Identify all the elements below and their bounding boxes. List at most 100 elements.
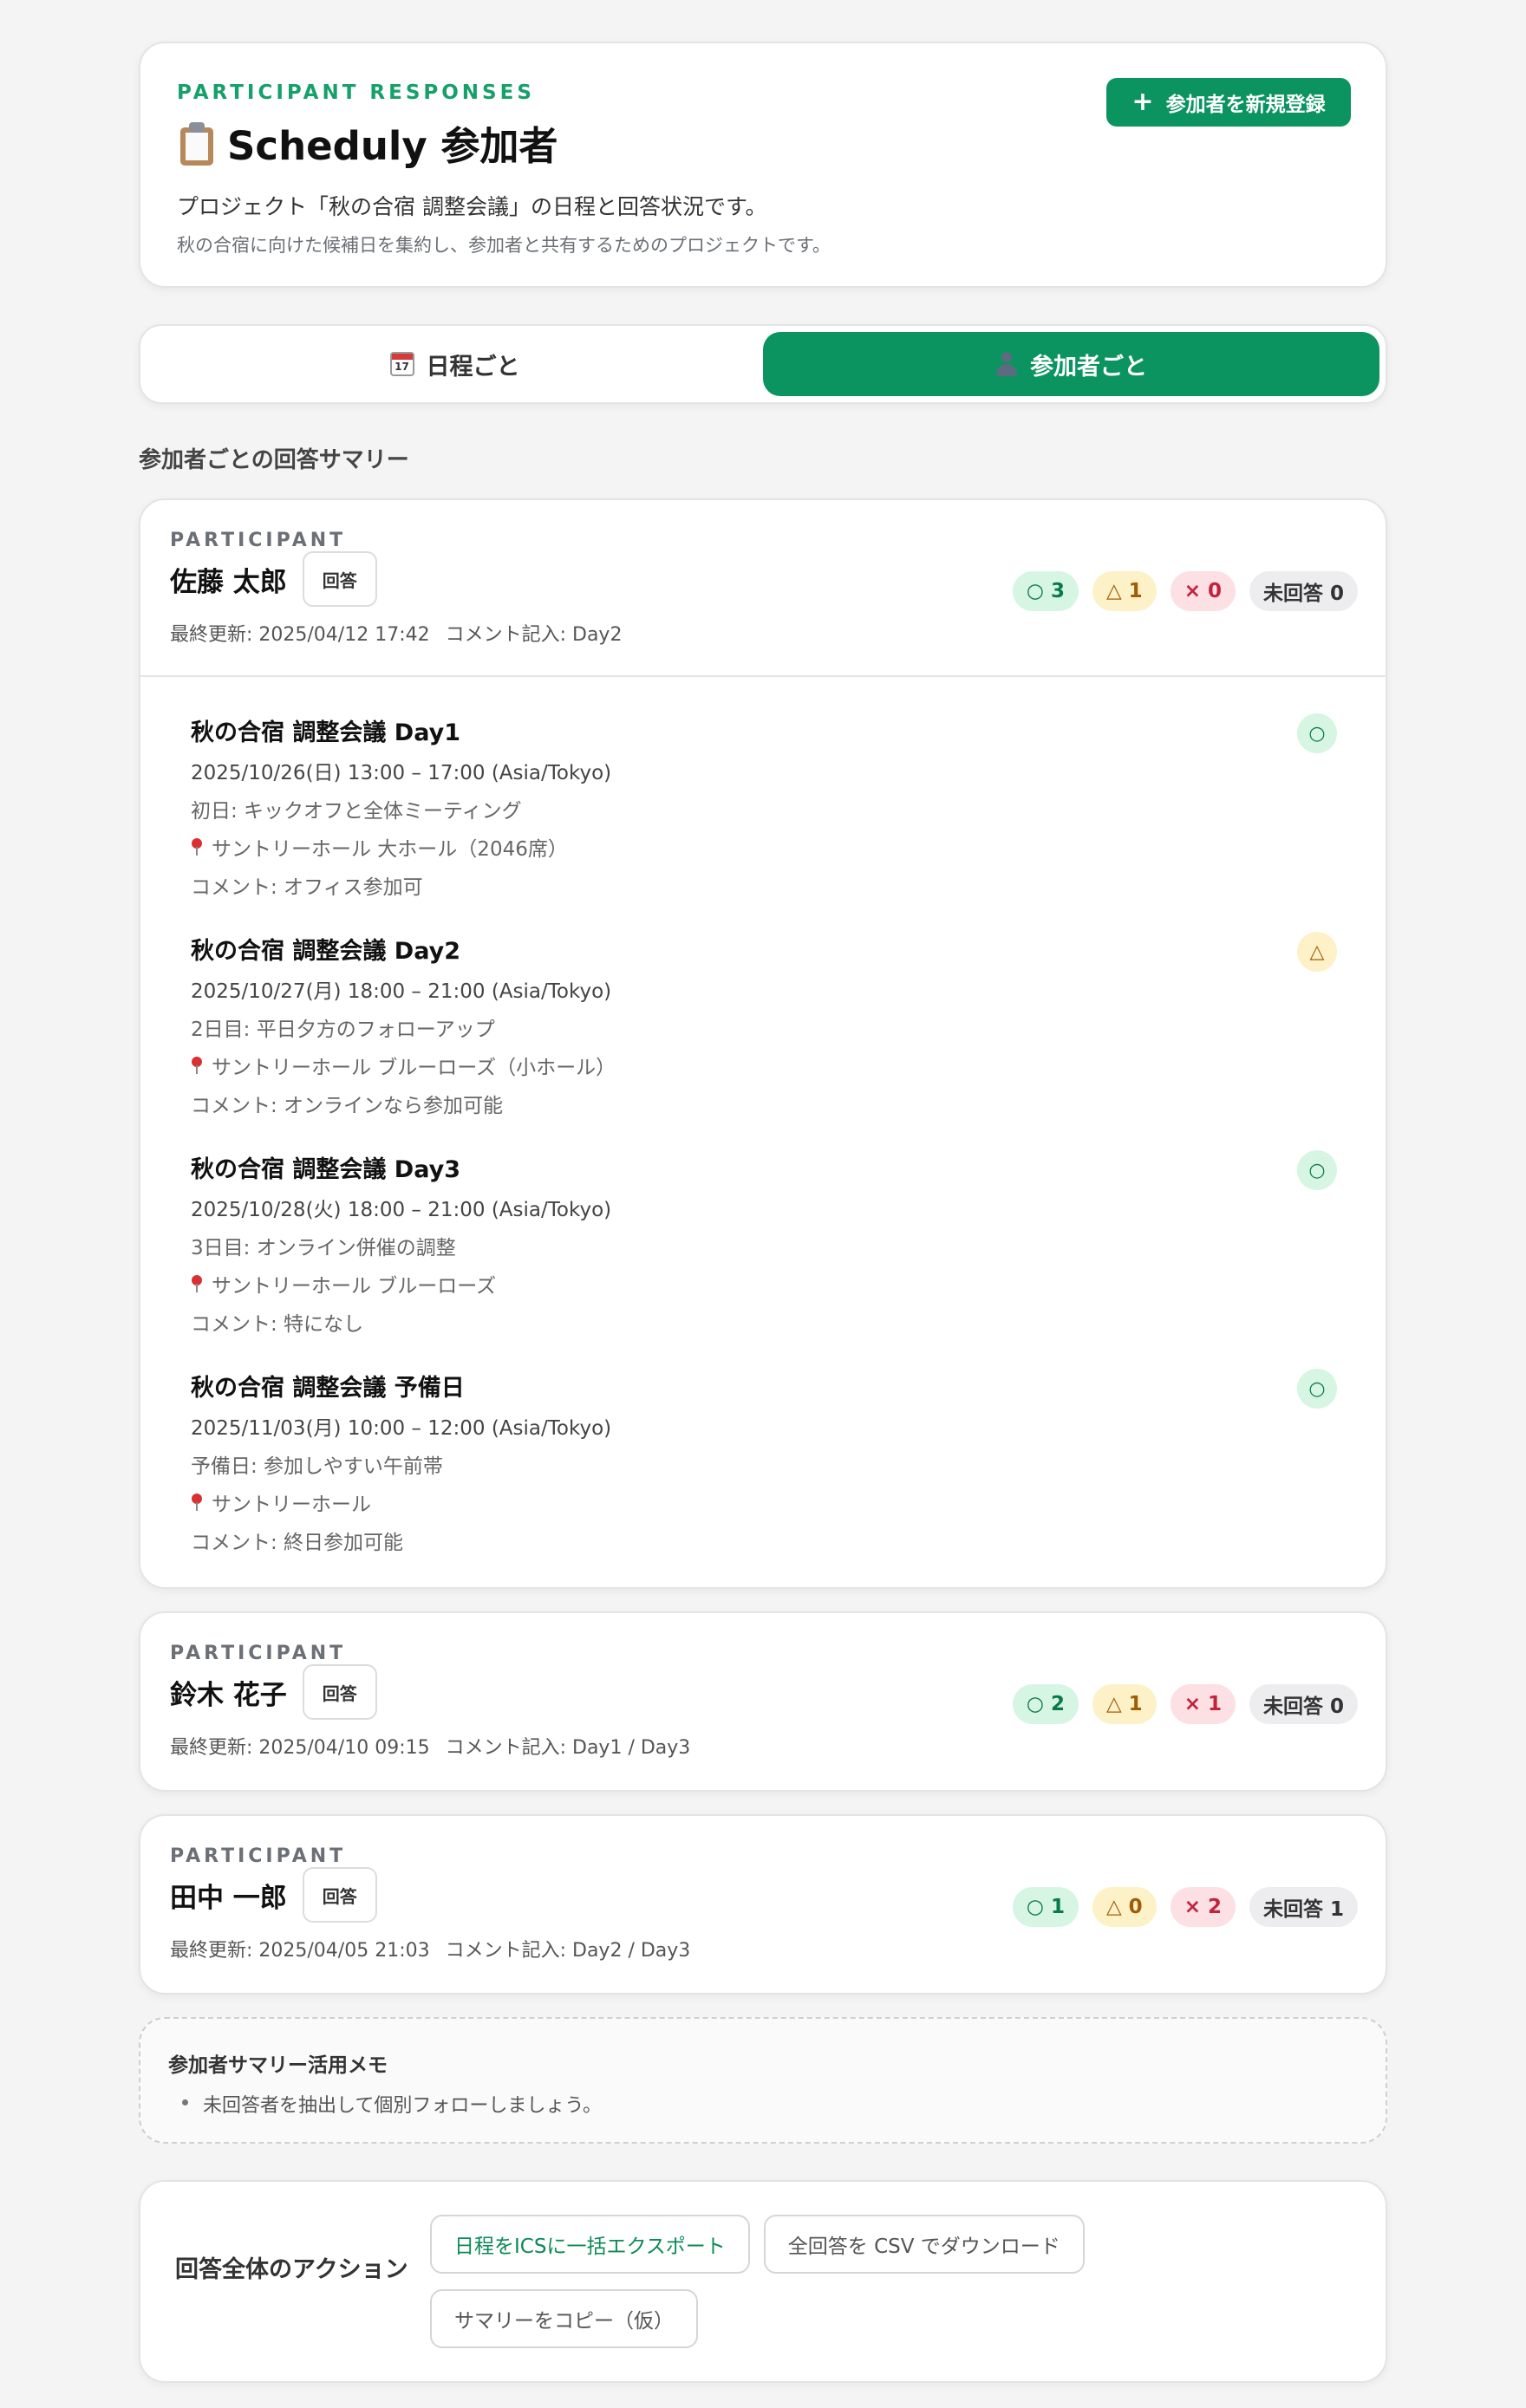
response-ok-badge: ○	[1297, 713, 1337, 753]
download-csv-button[interactable]: 全回答を CSV でダウンロード	[763, 2215, 1085, 2274]
add-participant-label: 参加者を新規登録	[1165, 94, 1326, 116]
comment-days: コメント記入: Day2	[445, 624, 623, 646]
pin-icon	[191, 838, 203, 856]
comment-days: コメント記入: Day1 / Day3	[445, 1737, 691, 1759]
response-ok-badge: ○	[1297, 1369, 1337, 1409]
schedule-location: サントリーホール ブルーローズ（小ホール）	[191, 1051, 1335, 1080]
participant-card[interactable]: PARTICIPANT 佐藤 太郎 回答 最終更新: 2025/04/12 17…	[139, 498, 1387, 1589]
pin-icon	[191, 1057, 203, 1074]
schedule-datetime: 2025/10/26(日) 13:00 – 17:00 (Asia/Tokyo)	[191, 762, 612, 784]
response-counts: ○ 1 △ 0 × 2 未回答 1	[1012, 1887, 1358, 1927]
count-no-badge: × 1	[1170, 1684, 1236, 1724]
schedule-location-text: サントリーホール 大ホール（2046席）	[212, 838, 568, 861]
count-ok-badge: ○ 2	[1012, 1684, 1079, 1724]
pin-icon	[191, 1275, 203, 1292]
pin-icon	[191, 1494, 203, 1511]
count-no-badge: × 2	[1170, 1887, 1236, 1927]
participant-meta: 最終更新: 2025/04/10 09:15 コメント記入: Day1 / Da…	[170, 1732, 1356, 1760]
schedule-comment: コメント: オフィス参加可	[191, 876, 423, 899]
last-updated: 最終更新: 2025/04/05 21:03	[170, 1940, 430, 1962]
count-ok-badge: ○ 3	[1012, 571, 1079, 611]
count-unanswered-badge: 未回答 1	[1249, 1887, 1358, 1927]
response-maybe-badge: △	[1297, 932, 1337, 972]
schedule-comment: コメント: 特になし	[191, 1313, 364, 1336]
add-participant-button[interactable]: + 参加者を新規登録	[1106, 78, 1351, 127]
participant-name: 鈴木 花子	[170, 1679, 287, 1711]
actions-buttons: 日程をICSに一括エクスポート 全回答を CSV でダウンロード サマリーをコピ…	[430, 2215, 1124, 2348]
schedule-item: 秋の合宿 調整会議 Day3 2025/10/28(火) 18:00 – 21:…	[191, 1150, 1337, 1369]
summary-memo: 参加者サマリー活用メモ 未回答者を抽出して個別フォローしましょう。	[139, 2017, 1387, 2144]
export-ics-button[interactable]: 日程をICSに一括エクスポート	[430, 2215, 750, 2274]
memo-item: 未回答者を抽出して個別フォローしましょう。	[168, 2090, 1358, 2118]
schedule-item: 秋の合宿 調整会議 予備日 2025/11/03(月) 10:00 – 12:0…	[191, 1369, 1337, 1565]
count-unanswered-badge: 未回答 0	[1249, 571, 1358, 611]
schedule-location: サントリーホール 大ホール（2046席）	[191, 832, 1335, 862]
count-maybe-badge: △ 1	[1092, 571, 1157, 611]
calendar-icon	[389, 352, 414, 376]
last-updated: 最終更新: 2025/04/10 09:15	[170, 1737, 430, 1759]
response-ok-badge: ○	[1297, 1150, 1337, 1190]
plus-icon: +	[1131, 87, 1154, 117]
clipboard-icon	[177, 120, 217, 166]
schedule-location-text: サントリーホール ブルーローズ（小ホール）	[212, 1057, 616, 1079]
participant-eyebrow: PARTICIPANT	[170, 1643, 347, 1664]
participant-meta: 最終更新: 2025/04/12 17:42 コメント記入: Day2	[170, 619, 1356, 647]
tab-by-schedule[interactable]: 日程ごと	[147, 332, 763, 396]
schedule-note: 2日目: 平日夕方のフォローアップ	[191, 1019, 495, 1041]
view-tabs: 日程ごと 参加者ごと	[139, 324, 1387, 404]
participant-eyebrow: PARTICIPANT	[170, 1845, 347, 1867]
answer-button[interactable]: 回答	[302, 1664, 377, 1720]
participant-name: 田中 一郎	[170, 1882, 287, 1914]
schedule-title: 秋の合宿 調整会議 予備日	[191, 1375, 465, 1402]
schedule-comment: コメント: オンラインなら参加可能	[191, 1095, 504, 1117]
page-title-text: Scheduly 参加者	[227, 123, 558, 169]
answer-button[interactable]: 回答	[302, 551, 377, 607]
comment-days: コメント記入: Day2 / Day3	[445, 1940, 691, 1962]
participant-name: 佐藤 太郎	[170, 566, 287, 598]
schedule-note: 予備日: 参加しやすい午前帯	[191, 1455, 443, 1478]
count-ok-badge: ○ 1	[1012, 1887, 1079, 1927]
last-updated: 最終更新: 2025/04/12 17:42	[170, 624, 430, 646]
tab-by-schedule-label: 日程ごと	[426, 353, 520, 381]
copy-summary-button[interactable]: サマリーをコピー（仮）	[430, 2289, 698, 2348]
tab-by-participant-label: 参加者ごと	[1030, 353, 1147, 381]
participant-eyebrow: PARTICIPANT	[170, 530, 347, 551]
schedule-title: 秋の合宿 調整会議 Day3	[191, 1156, 460, 1183]
participant-header: PARTICIPANT 佐藤 太郎 回答 最終更新: 2025/04/12 17…	[140, 500, 1386, 675]
participant-header: PARTICIPANT 田中 一郎 回答 最終更新: 2025/04/05 21…	[140, 1816, 1386, 1993]
schedule-title: 秋の合宿 調整会議 Day1	[191, 719, 460, 746]
actions-label: 回答全体のアクション	[175, 2256, 408, 2283]
participant-meta: 最終更新: 2025/04/05 21:03 コメント記入: Day2 / Da…	[170, 1935, 1356, 1962]
schedule-location-text: サントリーホール	[212, 1494, 371, 1516]
project-subdescription: 秋の合宿に向けた候補日を集約し、参加者と共有するためのプロジェクトです。	[177, 235, 831, 256]
schedule-list: 秋の合宿 調整会議 Day1 2025/10/26(日) 13:00 – 17:…	[140, 677, 1386, 1587]
schedule-comment: コメント: 終日参加可能	[191, 1532, 404, 1554]
schedule-datetime: 2025/11/03(月) 10:00 – 12:00 (Asia/Tokyo)	[191, 1417, 612, 1440]
participant-header: PARTICIPANT 鈴木 花子 回答 最終更新: 2025/04/10 09…	[140, 1613, 1386, 1790]
project-header: PARTICIPANT RESPONSES Scheduly 参加者 プロジェク…	[139, 42, 1387, 288]
memo-title: 参加者サマリー活用メモ	[168, 2054, 388, 2077]
schedule-item: 秋の合宿 調整会議 Day1 2025/10/26(日) 13:00 – 17:…	[191, 713, 1337, 932]
answer-button[interactable]: 回答	[302, 1867, 377, 1923]
response-counts: ○ 3 △ 1 × 0 未回答 0	[1012, 571, 1358, 611]
participant-card[interactable]: PARTICIPANT 鈴木 花子 回答 最終更新: 2025/04/10 09…	[139, 1611, 1387, 1792]
count-no-badge: × 0	[1170, 571, 1236, 611]
response-counts: ○ 2 △ 1 × 1 未回答 0	[1012, 1684, 1358, 1724]
tab-by-participant[interactable]: 参加者ごと	[763, 332, 1379, 396]
page: PARTICIPANT RESPONSES Scheduly 参加者 プロジェク…	[139, 42, 1387, 2383]
schedule-item: 秋の合宿 調整会議 Day2 2025/10/27(月) 18:00 – 21:…	[191, 932, 1337, 1150]
participant-card[interactable]: PARTICIPANT 田中 一郎 回答 最終更新: 2025/04/05 21…	[139, 1814, 1387, 1995]
person-icon	[995, 352, 1018, 376]
count-maybe-badge: △ 1	[1092, 1684, 1157, 1724]
schedule-location: サントリーホール	[191, 1487, 1335, 1517]
schedule-datetime: 2025/10/28(火) 18:00 – 21:00 (Asia/Tokyo)	[191, 1199, 612, 1221]
schedule-note: 初日: キックオフと全体ミーティング	[191, 800, 522, 823]
bulk-actions: 回答全体のアクション 日程をICSに一括エクスポート 全回答を CSV でダウン…	[139, 2180, 1387, 2383]
schedule-location: サントリーホール ブルーローズ	[191, 1269, 1335, 1298]
project-description: プロジェクト「秋の合宿 調整会議」の日程と回答状況です。	[177, 194, 767, 219]
schedule-note: 3日目: オンライン併催の調整	[191, 1237, 456, 1259]
schedule-title: 秋の合宿 調整会議 Day2	[191, 938, 460, 965]
schedule-location-text: サントリーホール ブルーローズ	[212, 1275, 497, 1298]
section-title: 参加者ごとの回答サマリー	[139, 447, 409, 473]
count-unanswered-badge: 未回答 0	[1249, 1684, 1358, 1724]
